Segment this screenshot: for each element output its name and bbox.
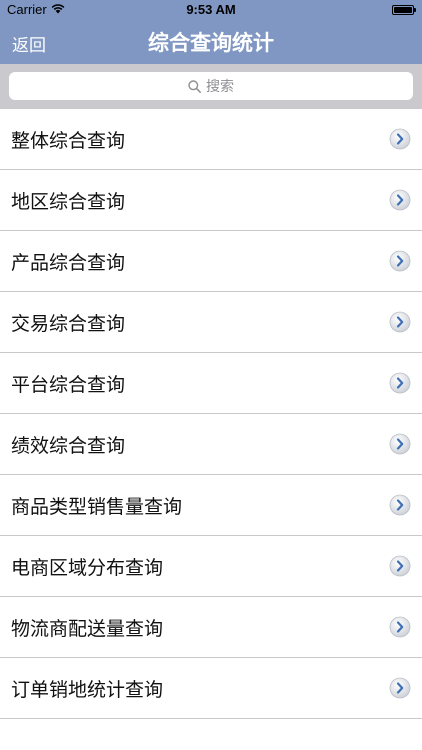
list-item[interactable]: 产品综合查询 xyxy=(0,231,422,292)
chevron-right-icon[interactable] xyxy=(389,677,411,699)
list-item[interactable]: 平台综合查询 xyxy=(0,353,422,414)
list-item-label: 商品类型销售量查询 xyxy=(11,495,183,518)
chevron-right-icon[interactable] xyxy=(389,250,411,272)
list-item[interactable]: 电商区域分布查询 xyxy=(0,536,422,597)
header: Carrier 9:53 AM 返回 综合查询统计 xyxy=(0,0,422,64)
app-screen: Carrier 9:53 AM 返回 综合查询统计 搜索 整体综合查询 地区综合… xyxy=(0,0,422,750)
page-title: 综合查询统计 xyxy=(148,31,274,55)
chevron-right-icon[interactable] xyxy=(389,189,411,211)
list-item[interactable]: 物流商配送量查询 xyxy=(0,597,422,658)
nav-bar: 返回 综合查询统计 xyxy=(0,20,422,64)
search-placeholder: 搜索 xyxy=(206,79,234,95)
list-item[interactable]: 订单销地统计查询 xyxy=(0,658,422,719)
list-item-label: 订单销地统计查询 xyxy=(11,678,164,701)
battery-icon xyxy=(392,5,416,15)
search-input[interactable]: 搜索 xyxy=(9,72,413,100)
chevron-right-icon[interactable] xyxy=(389,555,411,577)
query-list: 整体综合查询 地区综合查询 产品综合查询 交易综合查询 平台综合查询 绩效综合查询商品类型… xyxy=(0,108,422,719)
list-item-label: 物流商配送量查询 xyxy=(11,617,164,640)
battery-fill xyxy=(394,7,412,13)
chevron-right-icon[interactable] xyxy=(389,494,411,516)
chevron-right-icon[interactable] xyxy=(389,433,411,455)
list-item-label: 产品综合查询 xyxy=(11,251,126,274)
list-item-label: 整体综合查询 xyxy=(11,129,126,152)
list-item[interactable]: 绩效综合查询 xyxy=(0,414,422,475)
list-item-label: 电商区域分布查询 xyxy=(11,556,164,579)
chevron-right-icon[interactable] xyxy=(389,372,411,394)
list-item[interactable]: 地区综合查询 xyxy=(0,170,422,231)
search-bar: 搜索 xyxy=(0,64,422,108)
list-item-label: 绩效综合查询 xyxy=(11,434,126,457)
chevron-right-icon[interactable] xyxy=(389,128,411,150)
list-item[interactable]: 整体综合查询 xyxy=(0,109,422,170)
list-item-label: 平台综合查询 xyxy=(11,373,126,396)
search-icon xyxy=(188,79,201,93)
list-item-label: 地区综合查询 xyxy=(11,190,126,213)
list-item-label: 交易综合查询 xyxy=(11,312,126,335)
list-item[interactable]: 交易综合查询 xyxy=(0,292,422,353)
chevron-right-icon[interactable] xyxy=(389,616,411,638)
status-time: 9:53 AM xyxy=(186,2,236,17)
list-item[interactable]: 商品类型销售量查询 xyxy=(0,475,422,536)
status-bar: Carrier 9:53 AM xyxy=(0,0,422,20)
chevron-right-icon[interactable] xyxy=(389,311,411,333)
